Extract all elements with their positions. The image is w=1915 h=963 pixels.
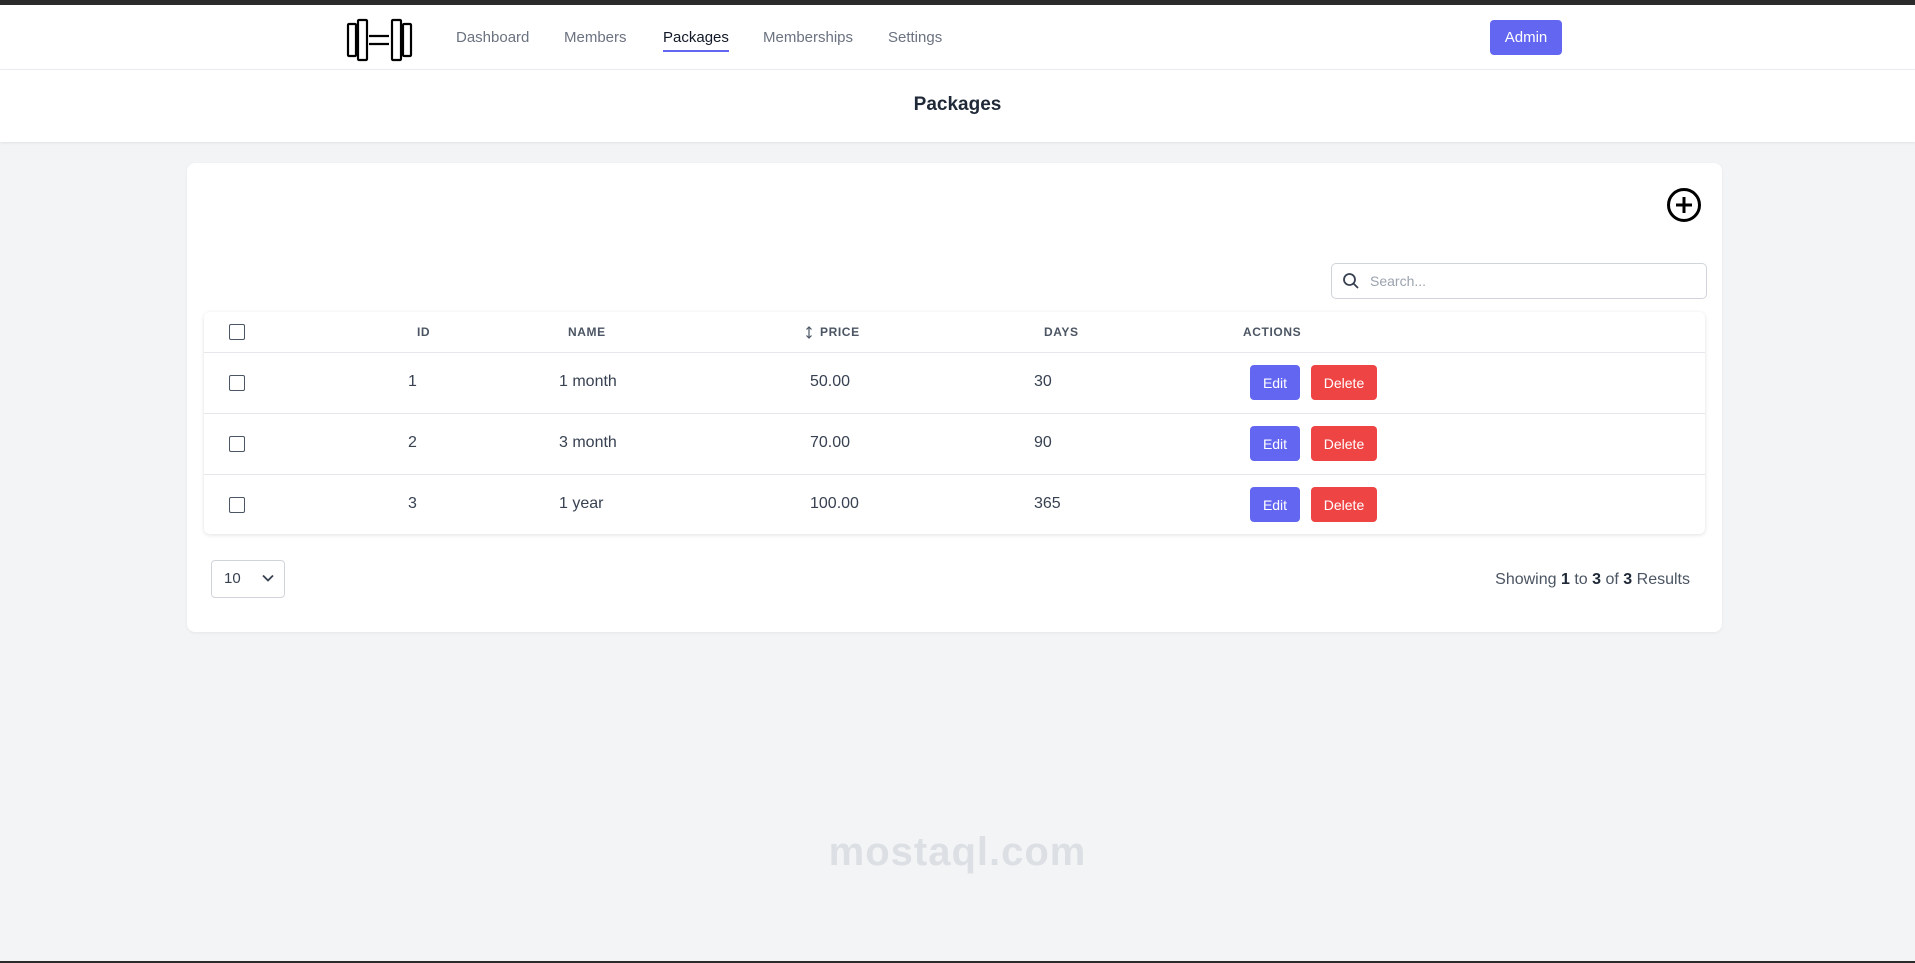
edit-button[interactable]: Edit (1250, 426, 1300, 461)
column-header-actions: ACTIONS (1243, 325, 1302, 339)
cell-name: 1 month (559, 373, 617, 390)
results-of-word: of (1605, 571, 1619, 588)
table-row: 1 1 month 50.00 30 Edit Delete (204, 353, 1705, 414)
column-header-days[interactable]: DAYS (1044, 325, 1079, 339)
cell-days: 30 (1034, 373, 1052, 390)
search-box (1331, 263, 1707, 299)
page-title: Packages (913, 94, 1002, 115)
results-from: 1 (1560, 571, 1570, 588)
row-checkbox[interactable] (229, 497, 245, 513)
results-to: 3 (1592, 571, 1602, 588)
select-all-checkbox[interactable] (229, 324, 245, 340)
delete-button[interactable]: Delete (1311, 365, 1377, 400)
dumbbell-logo-icon[interactable] (346, 18, 414, 62)
chevron-down-icon (262, 574, 274, 582)
row-checkbox[interactable] (229, 375, 245, 391)
per-page-value: 10 (224, 570, 241, 587)
admin-button[interactable]: Admin (1490, 20, 1562, 55)
row-checkbox[interactable] (229, 436, 245, 452)
nav-link-dashboard[interactable]: Dashboard (456, 29, 529, 50)
table-row: 3 1 year 100.00 365 Edit Delete (204, 475, 1705, 534)
results-word: Results (1636, 571, 1690, 588)
plus-circle-icon[interactable] (1665, 186, 1703, 224)
nav-link-settings[interactable]: Settings (888, 29, 942, 50)
nav-link-members[interactable]: Members (564, 29, 627, 50)
delete-button[interactable]: Delete (1311, 426, 1377, 461)
cell-id: 3 (408, 495, 417, 512)
search-icon (1343, 273, 1359, 289)
watermark: mostaql.com (828, 830, 1087, 874)
cell-name: 3 month (559, 434, 617, 451)
results-total: 3 (1623, 571, 1633, 588)
packages-table: ID NAME PRICE DAYS ACTIONS 1 1 month 50.… (204, 312, 1705, 534)
cell-price: 70.00 (810, 434, 851, 451)
cell-id: 2 (408, 434, 417, 451)
table-row: 2 3 month 70.00 90 Edit Delete (204, 414, 1705, 475)
cell-days: 365 (1034, 495, 1061, 512)
cell-price: 50.00 (810, 373, 851, 390)
results-to-word: to (1574, 571, 1588, 588)
cell-days: 90 (1034, 434, 1052, 451)
column-header-id[interactable]: ID (417, 325, 430, 339)
cell-price: 100.00 (810, 495, 859, 512)
cell-id: 1 (408, 373, 417, 390)
packages-card: ID NAME PRICE DAYS ACTIONS 1 1 month 50.… (187, 163, 1722, 632)
table-header-row: ID NAME PRICE DAYS ACTIONS (204, 312, 1705, 353)
search-input[interactable] (1368, 264, 1702, 298)
column-header-price[interactable]: PRICE (820, 325, 860, 339)
cell-name: 1 year (559, 495, 604, 512)
results-prefix: Showing (1495, 571, 1557, 588)
results-summary: Showing 1 to 3 of 3 Results (1495, 571, 1690, 589)
delete-button[interactable]: Delete (1311, 487, 1377, 522)
edit-button[interactable]: Edit (1250, 365, 1300, 400)
navbar: Dashboard Members Packages Memberships S… (0, 5, 1915, 70)
edit-button[interactable]: Edit (1250, 487, 1300, 522)
sort-icon[interactable] (805, 326, 813, 339)
nav-link-packages[interactable]: Packages (663, 29, 729, 52)
page-header: Packages (0, 70, 1915, 142)
column-header-name[interactable]: NAME (568, 325, 606, 339)
per-page-select[interactable]: 10 (211, 560, 285, 598)
nav-link-memberships[interactable]: Memberships (763, 29, 853, 50)
